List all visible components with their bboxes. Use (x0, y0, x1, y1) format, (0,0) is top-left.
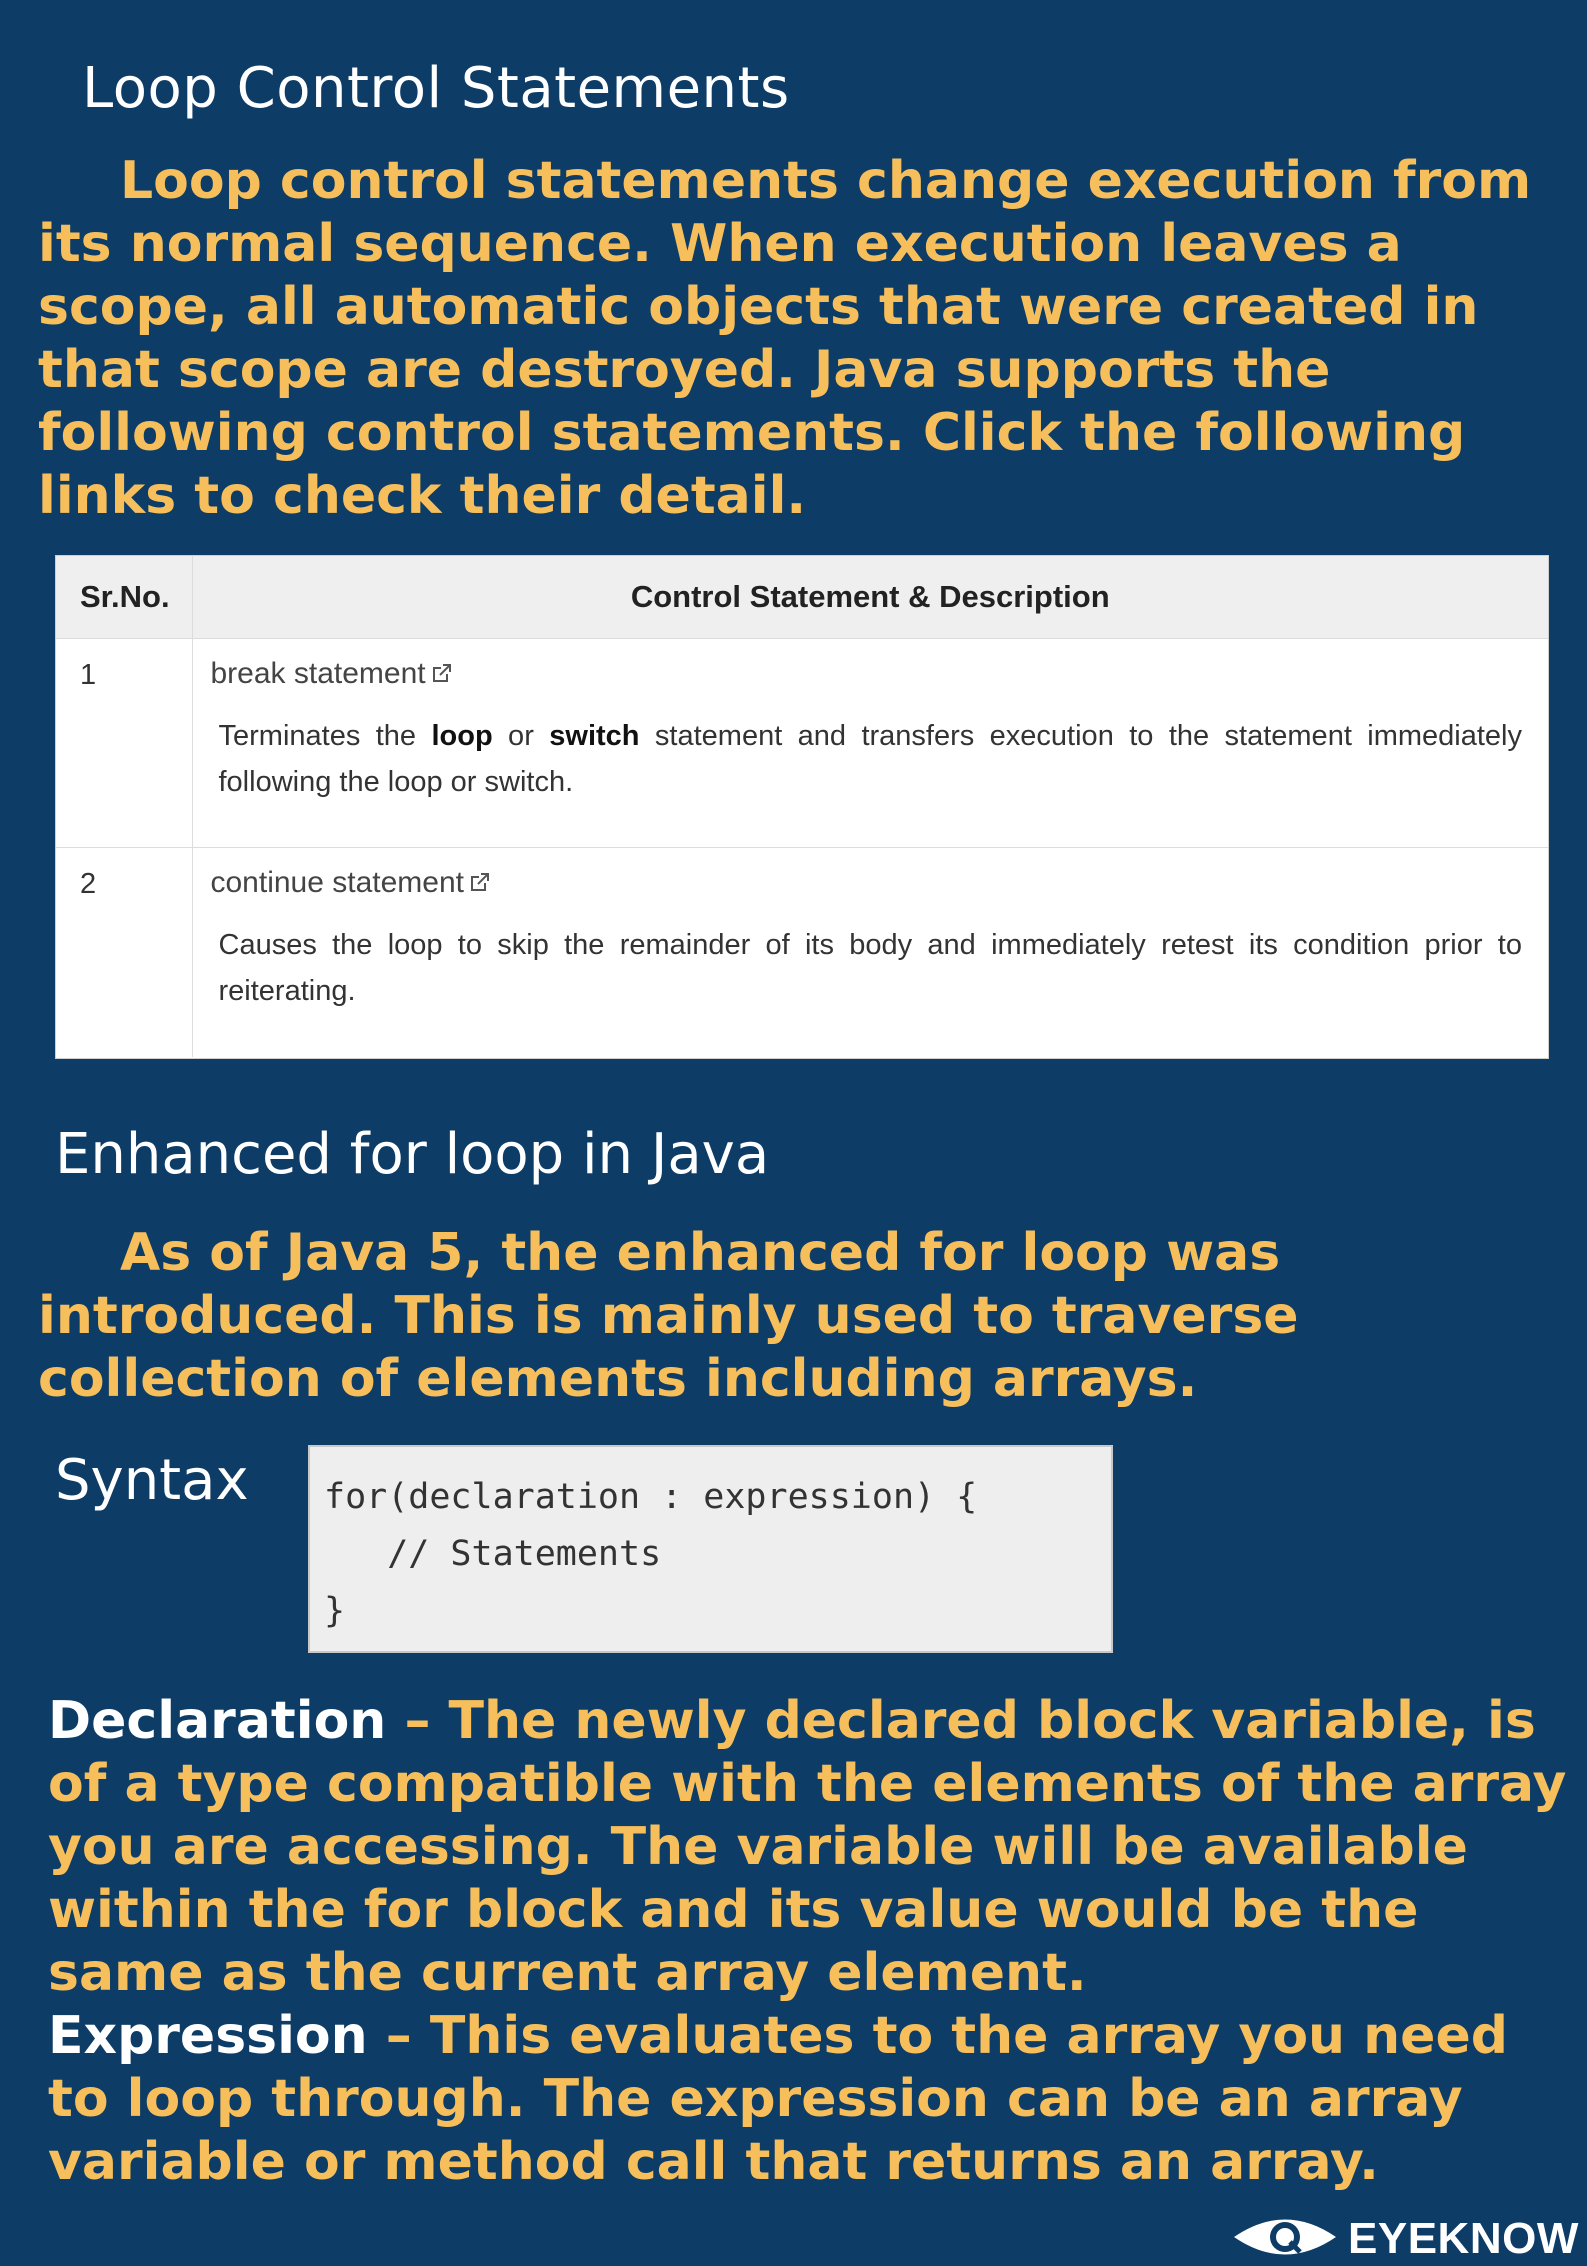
code-line: for(declaration : expression) { (324, 1477, 978, 1517)
row-description: Causes the loop to skip the remainder of… (218, 929, 1523, 1007)
row-description: Terminates the loop or switch statement … (218, 720, 1523, 798)
intro-paragraph: Loop control statements change execution… (38, 151, 1532, 526)
code-line: } (324, 1591, 346, 1631)
break-statement-link[interactable]: break statement (211, 657, 426, 690)
control-statements-table: Sr.No. Control Statement & Description 1… (55, 555, 1549, 1059)
code-line: // Statements (324, 1534, 662, 1574)
table-row: 1 break statement Terminates the loop or… (56, 638, 1548, 848)
brand-logo: EYEKNOW (1230, 2212, 1579, 2266)
section-heading: Enhanced for loop in Java (55, 1122, 770, 1187)
external-link-icon (468, 869, 492, 902)
definition-expression: Expression – This evaluates to the array… (48, 2006, 1508, 2192)
code-block: for(declaration : expression) { // State… (308, 1445, 1113, 1653)
enhanced-intro-paragraph: As of Java 5, the enhanced for loop was … (38, 1223, 1299, 1409)
external-link-icon (430, 660, 454, 693)
table-row: 2 continue statement Causes the loop to … (56, 847, 1548, 1057)
brand-name: EYEKNOW (1348, 2214, 1579, 2263)
continue-statement-link[interactable]: continue statement (211, 866, 465, 899)
row-number: 2 (56, 847, 193, 1057)
eye-icon (1230, 2212, 1340, 2266)
row-number: 1 (56, 638, 193, 848)
syntax-label: Syntax (55, 1448, 249, 1513)
header-description: Control Statement & Description (192, 556, 1548, 639)
page-title: Loop Control Statements (82, 56, 790, 121)
definition-declaration: Declaration – The newly declared block v… (48, 1691, 1567, 2003)
definitions: Declaration – The newly declared block v… (48, 1690, 1568, 2194)
header-srno: Sr.No. (56, 556, 193, 639)
